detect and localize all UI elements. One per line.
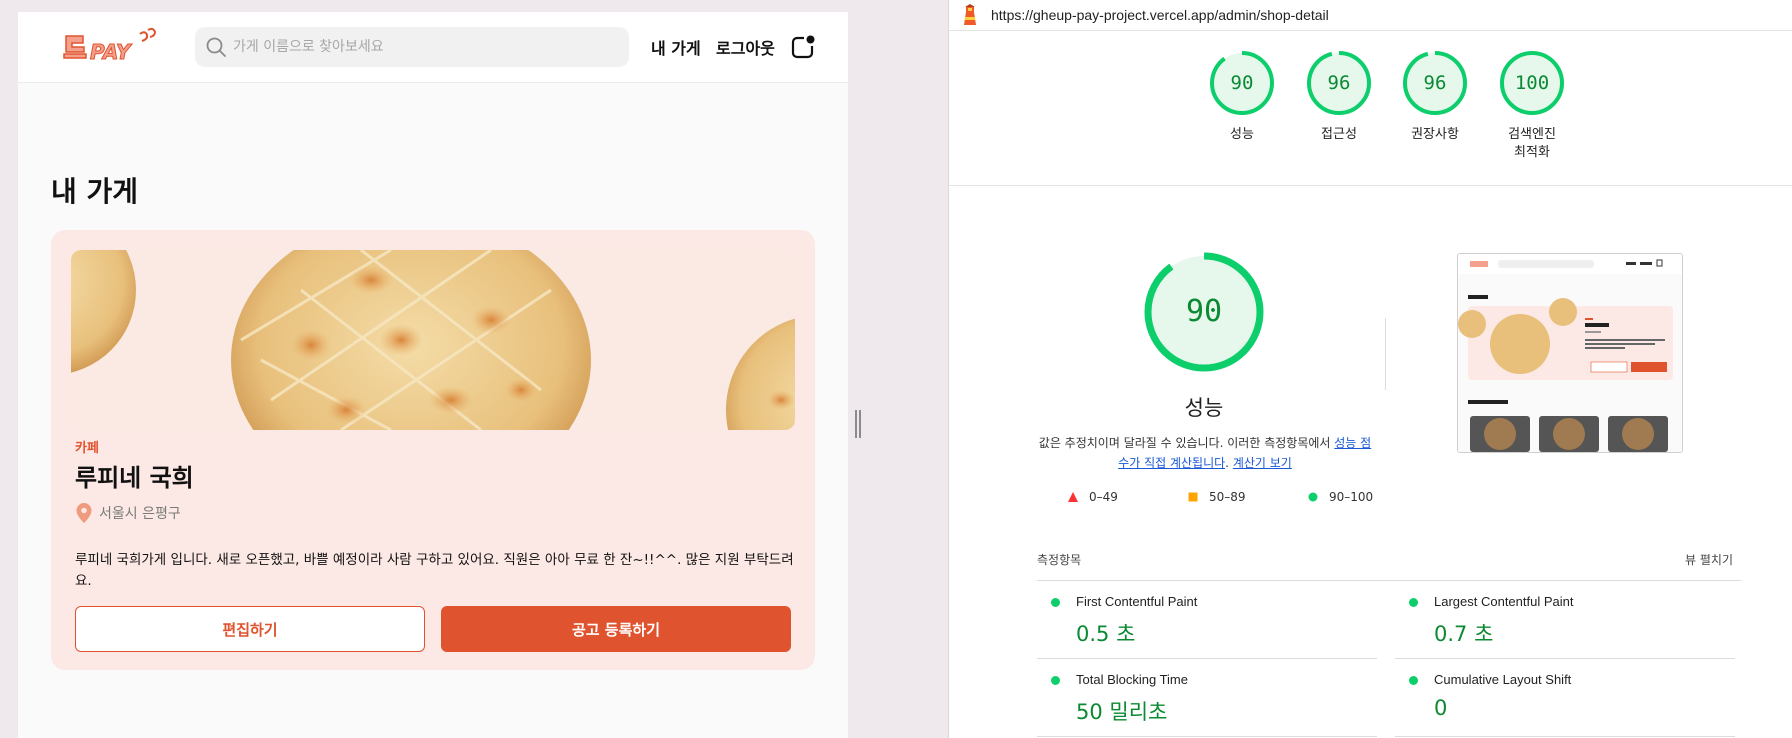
estimate-note-text: 값은 추정치이며 달라질 수 있습니다. 이러한 측정항목에서 (1038, 436, 1335, 450)
metric-divider (1395, 736, 1735, 737)
expand-view-toggle[interactable]: 뷰 펼치기 (1685, 551, 1733, 568)
cookie-photo (71, 250, 795, 430)
score-value: 100 (1514, 72, 1550, 94)
score-gauge[interactable]: 90 (1209, 50, 1275, 116)
metric-item: Largest Contentful Paint 0.7 초 (1395, 581, 1735, 659)
score-label: 권장사항 (1411, 127, 1459, 142)
score-gauge[interactable]: 100 (1499, 50, 1565, 116)
page-url: https://gheup-pay-project.vercel.app/adm… (991, 7, 1329, 23)
metric-value: 50 밀리초 (1076, 700, 1168, 724)
shop-description: 루피네 국희가게 입니다. 새로 오픈했고, 바쁠 예정이라 사람 구하고 있어… (75, 552, 794, 589)
nav-logout[interactable]: 로그아웃 (716, 35, 775, 59)
score-label: 검색엔진 최적화 (1508, 127, 1556, 160)
performance-score-large: 90 (1185, 294, 1223, 329)
legend-range: 50–89 (1209, 490, 1246, 504)
shop-address: 서울시 은평구 (99, 506, 181, 522)
score-value: 96 (1423, 72, 1447, 94)
app-window: PAY 내 가게 로그아웃 내 가게 (18, 12, 848, 738)
divider (949, 185, 1792, 186)
metric-name: First Contentful Paint (1076, 594, 1198, 609)
notification-icon[interactable] (790, 34, 816, 60)
metric-value: 0.5 초 (1076, 622, 1136, 646)
shop-address-row: 서울시 은평구 (75, 502, 181, 524)
pass-status-icon (1051, 676, 1060, 685)
metrics-header: 측정항목 뷰 펼치기 (1037, 551, 1741, 571)
score-gauge[interactable]: 96 (1402, 50, 1468, 116)
metric-value: 0 (1434, 696, 1448, 720)
circle-icon (1308, 492, 1318, 502)
metric-item: Total Blocking Time 50 밀리초 (1037, 659, 1377, 737)
metric-name: Total Blocking Time (1076, 672, 1188, 687)
edit-shop-button[interactable]: 편집하기 (75, 606, 425, 652)
shop-name: 루피네 국희 (75, 464, 194, 492)
score-label: 접근성 (1321, 127, 1357, 142)
square-icon (1188, 492, 1198, 502)
metrics-title: 측정항목 (1037, 553, 1082, 567)
note-separator: . (1225, 456, 1233, 470)
lighthouse-panel: https://gheup-pay-project.vercel.app/adm… (948, 0, 1792, 738)
search-input[interactable] (233, 27, 613, 67)
url-bar: https://gheup-pay-project.vercel.app/adm… (949, 0, 1792, 31)
score-gauge[interactable]: 96 (1306, 50, 1372, 116)
score-value: 96 (1327, 72, 1351, 94)
app-header: PAY 내 가게 로그아웃 (18, 12, 848, 83)
shop-card: 카페 루피네 국희 서울시 은평구 루피네 국희가게 입니다. 새로 오픈했고,… (51, 230, 815, 670)
calculator-link[interactable]: 계산기 보기 (1233, 456, 1292, 470)
legend-item: 90–100 (1307, 490, 1373, 504)
pass-status-icon (1409, 598, 1418, 607)
shop-category: 카페 (75, 441, 99, 456)
svg-text:PAY: PAY (90, 40, 133, 64)
score-label: 성능 (1230, 127, 1254, 142)
pass-status-icon (1051, 598, 1060, 607)
lighthouse-icon (964, 4, 976, 25)
legend-item: 50–89 (1187, 490, 1246, 504)
score-value: 90 (1230, 72, 1254, 94)
triangle-icon (1068, 492, 1078, 502)
pass-status-icon (1409, 676, 1418, 685)
post-job-button[interactable]: 공고 등록하기 (441, 606, 791, 652)
app-preview-pane: PAY 내 가게 로그아웃 내 가게 (0, 0, 948, 738)
page-title: 내 가게 (51, 175, 139, 208)
metric-name: Largest Contentful Paint (1434, 594, 1574, 609)
metric-item: First Contentful Paint 0.5 초 (1037, 581, 1377, 659)
metric-item: Cumulative Layout Shift 0 (1395, 659, 1735, 737)
metric-divider (1037, 736, 1377, 737)
legend-range: 90–100 (1329, 490, 1374, 504)
vertical-divider (1385, 318, 1386, 390)
location-pin-icon (76, 503, 92, 523)
performance-title: 성능 (1184, 396, 1224, 420)
page-screenshot-thumbnail[interactable] (1457, 253, 1683, 453)
estimate-note: 값은 추정치이며 달라질 수 있습니다. 이러한 측정항목에서 성능 점수가 직… (1037, 433, 1373, 473)
metric-value: 0.7 초 (1434, 622, 1494, 646)
search-icon (206, 37, 226, 57)
gpay-logo[interactable]: PAY (60, 26, 160, 70)
nav-my-shop[interactable]: 내 가게 (651, 35, 701, 59)
shop-image (71, 250, 795, 430)
performance-gauge-large: 90 (1142, 250, 1266, 374)
shop-search-box[interactable] (195, 27, 629, 67)
legend-item: 0–49 (1067, 490, 1118, 504)
legend-range: 0–49 (1089, 490, 1118, 504)
metric-name: Cumulative Layout Shift (1434, 672, 1572, 687)
pane-resize-handle[interactable] (855, 410, 861, 438)
